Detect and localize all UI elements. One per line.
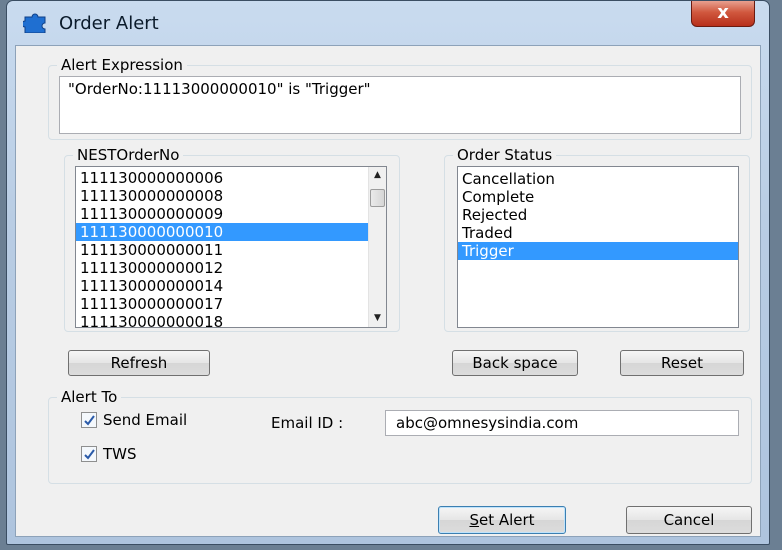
alert-to-group: Alert To Send Email TWS Email ID : abc@o…	[48, 388, 752, 484]
list-item[interactable]: Cancellation	[458, 170, 738, 188]
send-email-option[interactable]: Send Email	[81, 410, 187, 430]
check-icon	[84, 449, 95, 460]
window-title: Order Alert	[59, 13, 159, 34]
nest-order-no-legend: NESTOrderNo	[77, 146, 180, 164]
list-scrollbar[interactable]: ▲ ▼	[368, 167, 386, 327]
scroll-thumb[interactable]	[370, 189, 385, 207]
email-id-label: Email ID :	[271, 414, 344, 432]
list-item[interactable]: 111130000000012	[76, 259, 368, 277]
back-space-button[interactable]: Back space	[452, 350, 578, 376]
tws-label: TWS	[103, 445, 137, 463]
nest-order-no-group: NESTOrderNo 111130000000006 1111300000000…	[64, 146, 400, 332]
close-icon: x	[717, 2, 729, 23]
list-item[interactable]: Traded	[458, 224, 738, 242]
close-button[interactable]: x	[691, 1, 755, 27]
list-item[interactable]: 111130000000008	[76, 187, 368, 205]
alert-to-legend: Alert To	[61, 388, 118, 406]
chevron-down-icon[interactable]: ▼	[369, 310, 386, 327]
set-alert-button[interactable]: Set Alert	[438, 506, 566, 534]
order-status-list[interactable]: Cancellation Complete Rejected Traded Trigge…	[457, 166, 739, 328]
list-item[interactable]: Complete	[458, 188, 738, 206]
refresh-button[interactable]: Refresh	[68, 350, 210, 376]
set-alert-label: et Alert	[478, 511, 535, 529]
list-item[interactable]: Trigger	[458, 242, 738, 260]
list-item[interactable]: 111130000000011	[76, 241, 368, 259]
cancel-button[interactable]: Cancel	[626, 506, 752, 534]
reset-button[interactable]: Reset	[620, 350, 744, 376]
tws-checkbox[interactable]	[81, 446, 97, 462]
list-item[interactable]: 111130000000009	[76, 205, 368, 223]
list-item[interactable]: 111130000000017	[76, 295, 368, 313]
tws-option[interactable]: TWS	[81, 444, 137, 464]
list-item[interactable]: 111130000000018	[76, 313, 368, 327]
list-item[interactable]: Rejected	[458, 206, 738, 224]
send-email-label: Send Email	[103, 411, 188, 429]
list-item[interactable]: 111130000000010	[76, 223, 368, 241]
puzzle-icon	[23, 13, 46, 33]
order-status-legend: Order Status	[457, 146, 553, 164]
alert-expression-group: Alert Expression "OrderNo:11113000000010…	[48, 56, 752, 140]
title-bar[interactable]: Order Alert x	[7, 1, 769, 45]
order-alert-window: Order Alert x Alert Expression "OrderNo:…	[6, 0, 770, 545]
nest-order-no-list[interactable]: 111130000000006 111130000000008 1111300000…	[75, 166, 387, 328]
order-status-group: Order Status Cancellation Complete Rejecte…	[444, 146, 750, 332]
list-item[interactable]: 111130000000014	[76, 277, 368, 295]
dialog-body: Alert Expression "OrderNo:11113000000010…	[15, 45, 761, 537]
alert-expression-legend: Alert Expression	[61, 56, 183, 74]
chevron-up-icon[interactable]: ▲	[369, 167, 386, 184]
email-id-input[interactable]: abc@omnesysindia.com	[385, 410, 739, 436]
check-icon	[84, 415, 95, 426]
alert-expression-box: "OrderNo:11113000000010" is "Trigger"	[59, 76, 741, 134]
send-email-checkbox[interactable]	[81, 412, 97, 428]
list-item[interactable]: 111130000000006	[76, 169, 368, 187]
set-alert-mnemonic: S	[469, 511, 479, 529]
